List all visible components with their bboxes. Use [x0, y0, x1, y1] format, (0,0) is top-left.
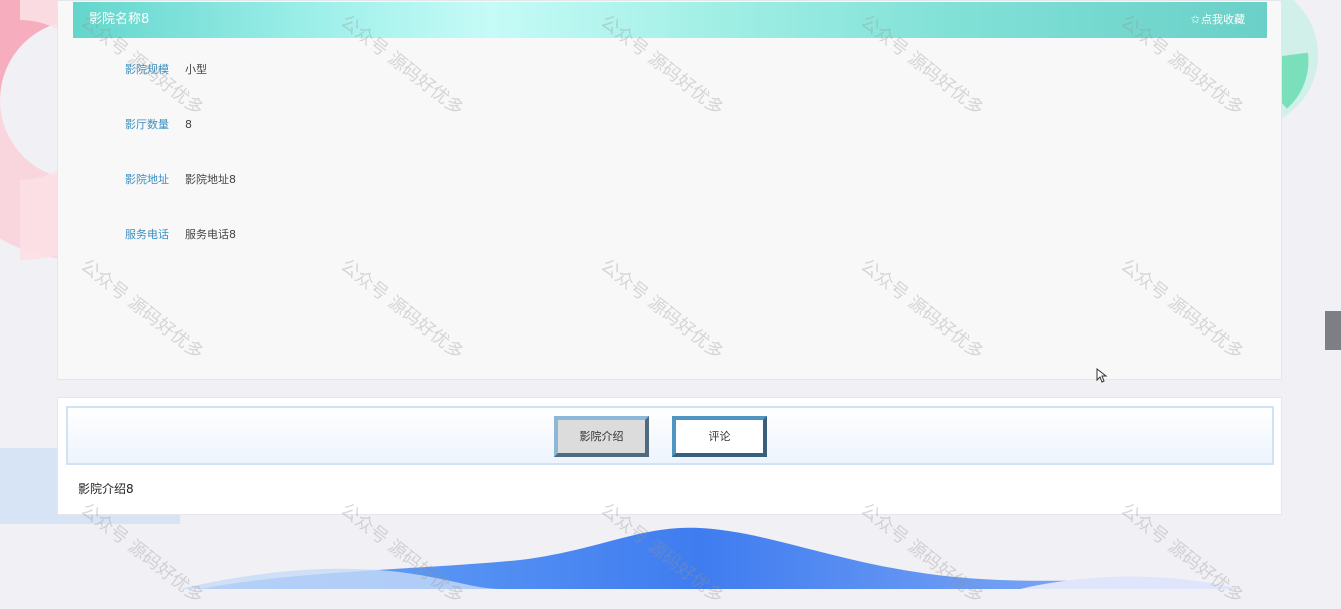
tab-content-text: 影院介绍8	[78, 482, 134, 496]
field-address: 影院地址 影院地址8	[125, 173, 236, 187]
tab-bar: 影院介绍 评论	[66, 406, 1274, 465]
field-label: 影厅数量	[125, 118, 169, 131]
page: 影院名称8 ✩点我收藏 影院规模 小型 影厅数量 8 影院地址 影院地址8 服务电话服…	[0, 0, 1341, 608]
field-value: 小型	[185, 63, 207, 76]
field-value: 服务电话8	[185, 228, 236, 241]
favorite-button[interactable]: ✩点我收藏	[1191, 13, 1245, 27]
favorite-label: 点我收藏	[1201, 13, 1245, 26]
field-value: 影院地址8	[185, 173, 236, 186]
field-hall-count: 影厅数量 8	[125, 118, 192, 132]
cinema-title: 影院名称8	[89, 12, 150, 27]
field-value: 8	[185, 118, 192, 131]
cinema-title-bar: 影院名称8 ✩点我收藏	[73, 2, 1267, 38]
cinema-info-panel	[57, 0, 1282, 380]
tab-panel: 影院介绍 评论 影院介绍8	[57, 397, 1282, 515]
field-label: 影院规模	[125, 63, 169, 76]
mouse-cursor-icon	[1096, 368, 1108, 383]
star-icon: ✩	[1190, 13, 1200, 26]
tab-cinema-intro[interactable]: 影院介绍	[554, 416, 649, 457]
field-scale: 影院规模 小型	[125, 63, 207, 77]
field-phone: 服务电话 服务电话8	[125, 228, 236, 242]
tab-comments[interactable]: 评论	[672, 416, 767, 457]
side-float-tab[interactable]	[1325, 311, 1341, 350]
field-label: 影院地址	[125, 173, 169, 186]
field-label: 服务电话	[125, 228, 169, 241]
